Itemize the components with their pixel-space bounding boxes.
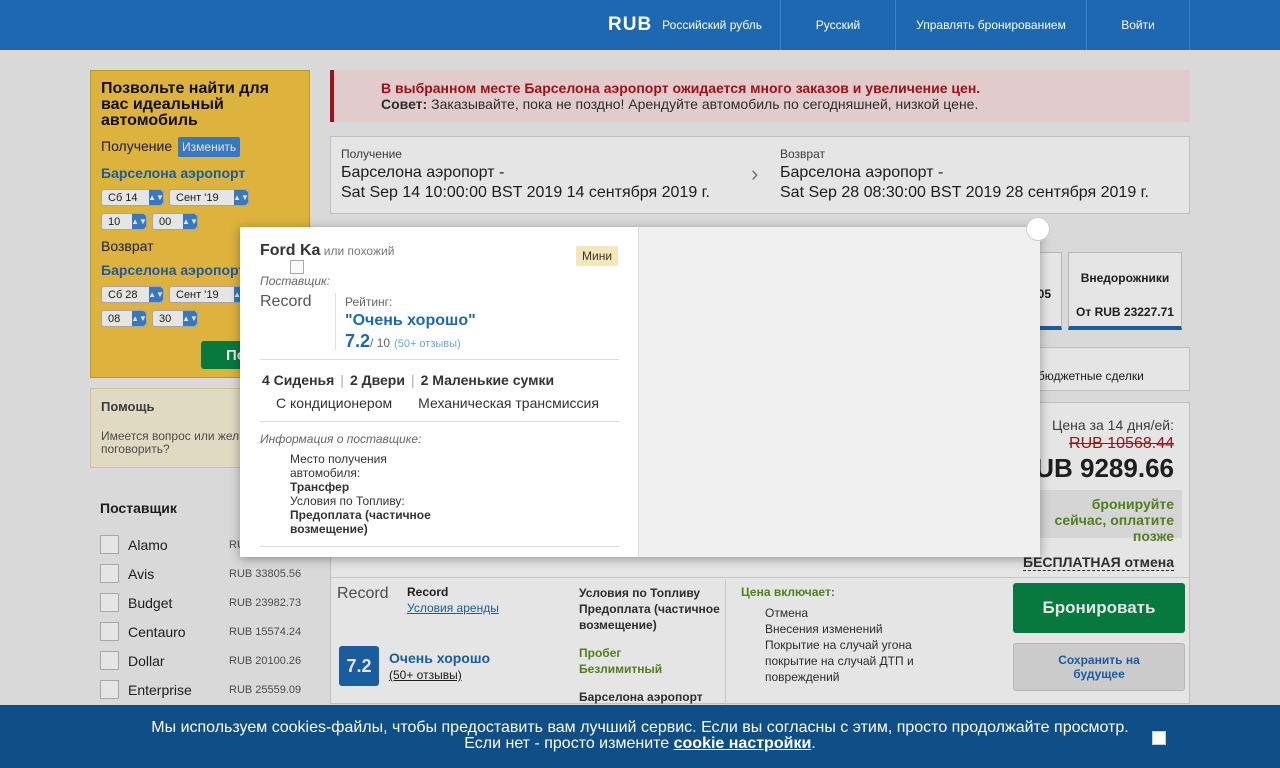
supplier-info: Место получения автомобиля: Трансфер Усл…	[290, 452, 450, 536]
language-selector[interactable]: Русский	[780, 0, 895, 50]
transmission: Механическая трансмиссия	[418, 395, 599, 411]
bags: 2 Маленькие сумки	[420, 372, 555, 388]
divider	[260, 359, 619, 360]
top-bar: RUB Российский рубль Русский Управлять б…	[0, 0, 1280, 50]
close-icon[interactable]	[1152, 731, 1166, 745]
pickup-place: Трансфер	[290, 480, 350, 494]
divider	[335, 293, 336, 350]
cookie-line1: Мы используем cookies-файлы, чтобы предо…	[151, 719, 1129, 736]
cookie-settings-link[interactable]: cookie настройки	[674, 735, 812, 752]
car-features-2: С кондиционером Механическая трансмиссия	[276, 395, 599, 411]
supplier-label: Поставщик:	[260, 274, 331, 288]
supplier-info-label: Информация о поставщике:	[260, 432, 422, 446]
separator: |	[340, 372, 344, 388]
cookie-line2: Если нет - просто измените cookie настро…	[0, 736, 1280, 752]
login-link[interactable]: Войти	[1086, 0, 1190, 50]
divider	[260, 421, 619, 422]
car-features: 4 Сиденья | 2 Двери | 2 Маленькие сумки	[262, 372, 554, 388]
car-similar: или похожий	[320, 244, 395, 258]
fuel-label: Условия по Топливу:	[290, 494, 405, 508]
rating-value: 7.2	[345, 331, 371, 351]
currency-code: RUB	[608, 14, 653, 35]
divider	[260, 546, 619, 547]
rating-quote: "Очень хорошо"	[345, 312, 476, 329]
car-class-badge: Мини	[576, 246, 619, 266]
fuel-value: Предоплата (частичное возмещение)	[290, 508, 431, 536]
supplier-logo: Record	[260, 293, 312, 310]
rating-score: 7.2/ 10 (50+ отзывы)	[345, 331, 476, 352]
manage-booking-link[interactable]: Управлять бронированием	[895, 0, 1086, 50]
cookie-banner: Мы используем cookies-файлы, чтобы предо…	[0, 705, 1280, 768]
rating-block: Рейтинг: "Очень хорошо" 7.2/ 10 (50+ отзы…	[345, 295, 476, 352]
rating-count[interactable]: (50+ отзывы)	[394, 338, 461, 350]
pickup-place-label: Место получения автомобиля:	[290, 452, 387, 480]
cookie-line2-end: .	[811, 735, 816, 752]
car-name: Ford Ka	[260, 242, 321, 259]
currency-selector[interactable]: RUB Российский рубль	[600, 0, 780, 50]
car-title: Ford Ka или похожий	[260, 242, 394, 260]
car-image-icon	[290, 260, 304, 274]
cookie-line2-text: Если нет - просто измените	[464, 735, 674, 752]
doors: 2 Двери	[349, 372, 405, 388]
car-details-panel: Ford Ka или похожий Мини Поставщик: Reco…	[240, 227, 639, 557]
air-conditioning: С кондиционером	[276, 395, 393, 411]
seats: 4 Сиденья	[262, 372, 335, 388]
car-details-modal: Ford Ka или похожий Мини Поставщик: Reco…	[240, 217, 1050, 557]
separator: |	[410, 372, 415, 388]
rating-of: / 10	[370, 336, 391, 350]
close-icon[interactable]	[1026, 217, 1050, 241]
rating-label: Рейтинг:	[345, 295, 393, 309]
currency-name: Российский рубль	[662, 18, 762, 32]
